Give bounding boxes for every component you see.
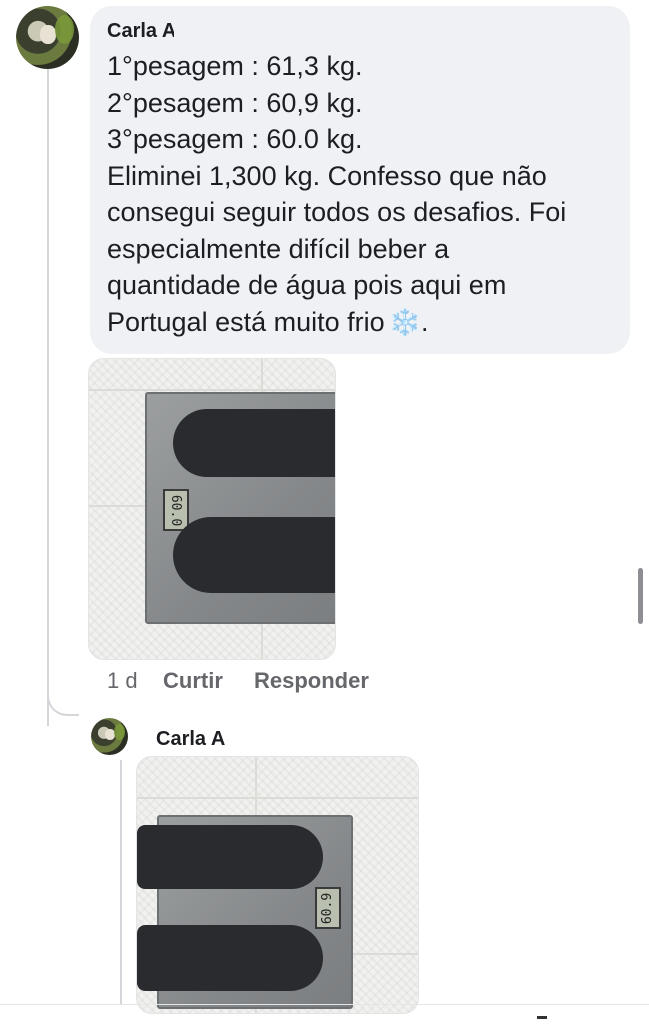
- comment-line: especialmente difícil beber a: [107, 233, 450, 264]
- comment-line: 3°pesagem : 60.0 kg.: [107, 124, 363, 154]
- like-button[interactable]: Curtir: [163, 668, 223, 694]
- comment-body: 1°pesagem : 61,3 kg. 2°pesagem : 60,9 kg…: [107, 48, 627, 340]
- thread-line-elbow: [47, 690, 79, 716]
- reply-button[interactable]: Responder: [254, 668, 369, 694]
- reply-avatar[interactable]: [91, 718, 128, 755]
- avatar-foliage: [113, 723, 126, 741]
- comment-line: 2°pesagem : 60,9 kg.: [107, 87, 363, 118]
- scale-display: 60.0: [163, 489, 189, 531]
- reply-author-redaction: [228, 724, 558, 750]
- scrollbar-thumb[interactable]: [638, 568, 643, 624]
- scale-display-reading: 60.0: [168, 494, 184, 526]
- bottom-divider: [0, 1004, 649, 1005]
- thread-line-main: [47, 66, 49, 726]
- comment-line-last: Portugal está muito frio ❄️.: [107, 304, 627, 341]
- floor-tile-seam: [89, 389, 335, 391]
- right-foot-sock: [137, 925, 323, 991]
- right-foot-sock: [173, 517, 335, 593]
- thread-line-reply: [120, 760, 122, 1004]
- left-foot-sock: [173, 409, 335, 477]
- reply-author-name[interactable]: Carla A: [156, 728, 225, 751]
- comment-line: Eliminei 1,300 kg. Confesso que não: [107, 160, 547, 191]
- comment-photo[interactable]: 60.0: [88, 358, 336, 660]
- scale-display-reading: 60.9: [320, 892, 336, 924]
- snowflake-emoji-icon: ❄️: [388, 306, 422, 337]
- comment-timestamp[interactable]: 1 d: [107, 668, 138, 694]
- commenter-avatar[interactable]: [16, 6, 79, 69]
- scale-display: 60.9: [315, 887, 341, 929]
- comment-line-text: Portugal está muito frio: [107, 306, 385, 337]
- floor-tile-seam: [137, 797, 418, 799]
- comment-line: 1°pesagem : 61,3 kg.: [107, 51, 363, 81]
- avatar-face: [39, 24, 57, 44]
- comment-line: quantidade de água pois aqui em: [107, 270, 507, 300]
- comment-bubble[interactable]: Carla A 1°pesagem : 61,3 kg. 2°pesagem :…: [90, 6, 630, 354]
- left-foot-sock: [137, 825, 323, 889]
- comment-author-name[interactable]: Carla A: [107, 20, 176, 43]
- bottom-bar-glyph: [537, 1016, 547, 1019]
- reply-photo[interactable]: 60.9: [136, 756, 419, 1014]
- comment-end-punctuation: .: [421, 306, 429, 337]
- comment-line: consegui seguir todos os desafios. Foi: [107, 197, 567, 227]
- author-name-redaction: [174, 16, 504, 38]
- avatar-foliage: [55, 15, 74, 44]
